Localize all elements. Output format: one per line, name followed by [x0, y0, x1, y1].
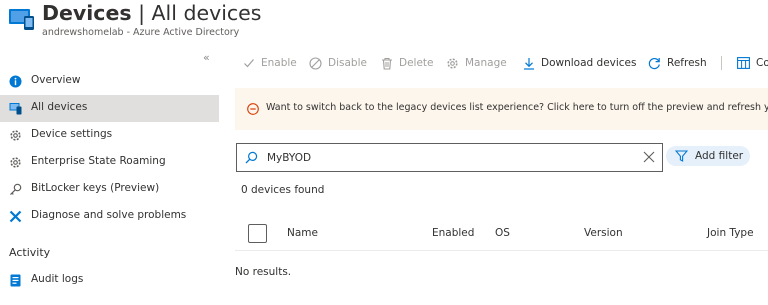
column-header-enabled[interactable]: Enabled — [432, 227, 474, 239]
sidebar-item-label: All devices — [31, 101, 88, 113]
sidebar-item-label: Overview — [31, 74, 81, 86]
wrench-icon — [9, 210, 22, 223]
banner-message: Want to switch back to the legacy device… — [266, 102, 768, 113]
download-icon — [524, 57, 534, 70]
page-subtitle: andrewshomelab - Azure Active Directory — [42, 27, 240, 38]
page-title-rest: | All devices — [131, 1, 262, 25]
enable-button[interactable]: Enable — [243, 52, 297, 74]
add-filter-label: Add filter — [695, 150, 744, 162]
sidebar-item-label: Diagnose and solve problems — [31, 209, 187, 221]
page-title: Devices | All devices — [42, 1, 261, 25]
collapse-sidebar-button[interactable]: « — [203, 51, 210, 64]
select-all-checkbox[interactable] — [248, 224, 267, 243]
sidebar-section-activity: Activity — [9, 246, 51, 259]
delete-button[interactable]: Delete — [381, 52, 434, 74]
column-header-name[interactable]: Name — [287, 227, 318, 239]
gear-icon — [447, 57, 458, 69]
column-header-version[interactable]: Version — [584, 227, 623, 239]
sidebar-item-label: Audit logs — [31, 273, 84, 285]
sidebar-item-bitlocker-keys[interactable]: BitLocker keys (Preview) — [0, 176, 219, 203]
legacy-experience-banner[interactable]: Want to switch back to the legacy device… — [235, 88, 768, 130]
columns-button[interactable]: Co — [737, 52, 768, 74]
sidebar-item-all-devices[interactable]: All devices — [0, 95, 219, 122]
trash-icon — [382, 57, 392, 70]
refresh-label: Refresh — [667, 57, 707, 69]
download-devices-button[interactable]: Download devices — [523, 52, 637, 74]
more-options-button[interactable]: ··· — [246, 3, 260, 17]
devices-icon — [9, 103, 22, 115]
empty-state-text: No results. — [235, 266, 292, 278]
search-icon — [245, 151, 258, 164]
columns-icon — [737, 57, 750, 69]
toolbar-divider — [721, 56, 722, 70]
checkmark-icon — [244, 59, 254, 68]
delete-button-label: Delete — [399, 57, 434, 69]
gear-icon — [10, 157, 21, 168]
refresh-icon — [648, 57, 660, 69]
info-icon — [9, 75, 22, 88]
gear-icon — [10, 130, 21, 141]
refresh-button[interactable]: Refresh — [648, 52, 707, 74]
disable-button[interactable]: Disable — [309, 52, 367, 74]
column-header-join-type[interactable]: Join Type — [707, 227, 754, 239]
disable-button-label: Disable — [328, 57, 367, 69]
key-icon — [10, 183, 22, 196]
filter-icon — [675, 150, 688, 162]
block-icon — [309, 56, 322, 70]
warning-circle-icon — [247, 103, 259, 115]
devices-table-header: Name Enabled OS Version Join Type — [235, 220, 768, 251]
sidebar-item-audit-logs[interactable]: Audit logs — [0, 267, 219, 294]
sidebar-item-label: Enterprise State Roaming — [31, 155, 166, 167]
download-devices-label: Download devices — [541, 57, 637, 69]
sidebar-item-diagnose[interactable]: Diagnose and solve problems — [0, 203, 219, 230]
result-count: 0 devices found — [241, 184, 325, 196]
enable-button-label: Enable — [261, 57, 297, 69]
page-title-bold: Devices — [42, 1, 132, 25]
columns-label: Co — [756, 57, 768, 69]
sidebar-item-label: BitLocker keys (Preview) — [31, 182, 160, 194]
add-filter-button[interactable]: Add filter — [666, 146, 750, 166]
sidebar-item-device-settings[interactable]: Device settings — [0, 122, 219, 149]
manage-button-label: Manage — [465, 57, 507, 69]
sidebar-item-overview[interactable]: Overview — [0, 68, 219, 95]
sidebar-item-enterprise-state-roaming[interactable]: Enterprise State Roaming — [0, 149, 219, 176]
sidebar-item-label: Device settings — [31, 128, 113, 140]
column-header-os[interactable]: OS — [495, 227, 510, 239]
audit-log-icon — [10, 274, 21, 287]
search-box — [236, 143, 663, 172]
search-input[interactable] — [267, 144, 637, 171]
devices-blade-icon — [9, 9, 34, 30]
manage-button[interactable]: Manage — [446, 52, 507, 74]
clear-search-icon[interactable] — [643, 151, 655, 163]
